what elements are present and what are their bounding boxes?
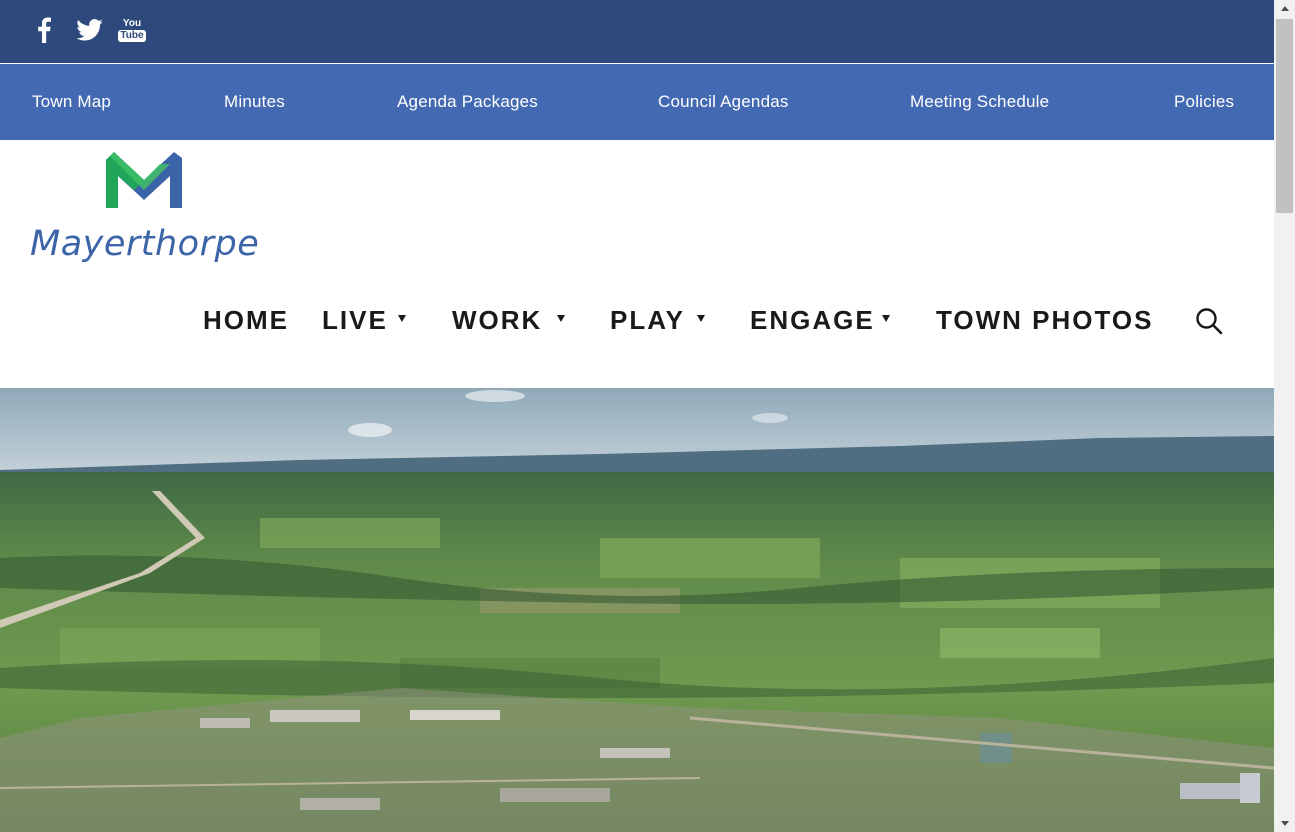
search-icon[interactable] — [1194, 306, 1224, 336]
social-bar: You Tube — [0, 0, 1274, 63]
vertical-scrollbar[interactable] — [1274, 0, 1295, 832]
youtube-tube-text: Tube — [118, 30, 146, 42]
youtube-you-text: You — [122, 18, 142, 29]
nav-engage[interactable]: ENGAGE — [750, 300, 875, 340]
logo-wordmark: Mayerthorpe — [30, 224, 260, 264]
quick-link-meeting-schedule[interactable]: Meeting Schedule — [910, 64, 1049, 140]
chevron-down-icon[interactable] — [882, 315, 890, 322]
scroll-down-button[interactable] — [1274, 815, 1295, 832]
nav-play[interactable]: PLAY — [610, 300, 685, 340]
chevron-down-icon[interactable] — [557, 315, 565, 322]
quick-link-council-agendas[interactable]: Council Agendas — [658, 64, 789, 140]
nav-town-photos[interactable]: TOWN PHOTOS — [936, 300, 1154, 340]
hero-aerial-image — [0, 388, 1274, 832]
page: You Tube Town Map Minutes Agenda Package… — [0, 0, 1274, 832]
scroll-thumb[interactable] — [1276, 19, 1293, 213]
quick-links-bar: Town Map Minutes Agenda Packages Council… — [0, 64, 1274, 140]
chevron-down-icon[interactable] — [398, 315, 406, 322]
logo-m-mark — [106, 152, 182, 208]
quick-link-town-map[interactable]: Town Map — [32, 64, 111, 140]
quick-link-agenda-packages[interactable]: Agenda Packages — [397, 64, 538, 140]
quick-link-policies[interactable]: Policies — [1174, 64, 1234, 140]
twitter-icon[interactable] — [75, 14, 103, 46]
site-logo[interactable]: Mayerthorpe — [30, 150, 270, 270]
nav-home[interactable]: HOME — [203, 300, 289, 340]
nav-work[interactable]: WORK — [452, 300, 542, 340]
nav-live[interactable]: LIVE — [322, 300, 388, 340]
chevron-down-icon[interactable] — [697, 315, 705, 322]
youtube-icon[interactable]: You Tube — [118, 14, 146, 46]
facebook-icon[interactable] — [32, 14, 56, 46]
arrow-up-icon — [1280, 6, 1289, 11]
site-header: Mayerthorpe HOME LIVE WORK PLAY ENGAGE T… — [0, 140, 1274, 388]
arrow-down-icon — [1280, 821, 1289, 826]
quick-link-minutes[interactable]: Minutes — [224, 64, 285, 140]
scroll-up-button[interactable] — [1274, 0, 1295, 17]
